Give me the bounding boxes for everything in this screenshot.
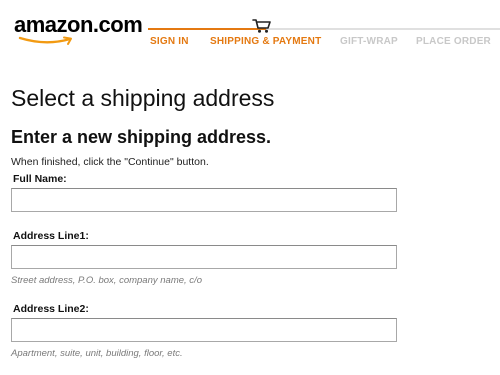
checkout-progress: SIGN IN SHIPPING & PAYMENT GIFT-WRAP PLA… xyxy=(148,14,500,54)
logo-text: amazon.com xyxy=(14,12,143,37)
address-line2-label: Address Line2: xyxy=(13,303,89,315)
section-title: Enter a new shipping address. xyxy=(11,127,272,147)
address-line2-hint: Apartment, suite, unit, building, floor,… xyxy=(11,348,183,359)
step-sign-in[interactable]: SIGN IN xyxy=(150,36,189,48)
address-line1-hint: Street address, P.O. box, company name, … xyxy=(11,275,202,286)
step-shipping-payment: SHIPPING & PAYMENT xyxy=(210,36,322,47)
step-gift-wrap: GIFT-WRAP xyxy=(340,36,398,47)
full-name-label: Full Name: xyxy=(13,173,67,185)
progress-track-completed xyxy=(148,28,266,30)
amazon-logo[interactable]: amazon.com xyxy=(14,12,144,48)
full-name-input[interactable] xyxy=(11,188,397,212)
smile-arrow-icon xyxy=(18,36,72,45)
shopping-cart-icon xyxy=(252,19,271,33)
page-title: Select a shipping address xyxy=(11,85,275,111)
address-line1-input[interactable] xyxy=(11,245,397,269)
address-line2-input[interactable] xyxy=(11,318,397,342)
checkout-header: amazon.com SIGN IN SHIPPING & PAYMENT GI… xyxy=(0,0,500,60)
instructions-text: When finished, click the "Continue" butt… xyxy=(11,156,209,168)
address-line1-label: Address Line1: xyxy=(13,230,89,242)
step-place-order: PLACE ORDER xyxy=(416,36,491,47)
checkout-steps: SIGN IN SHIPPING & PAYMENT GIFT-WRAP PLA… xyxy=(148,36,500,50)
